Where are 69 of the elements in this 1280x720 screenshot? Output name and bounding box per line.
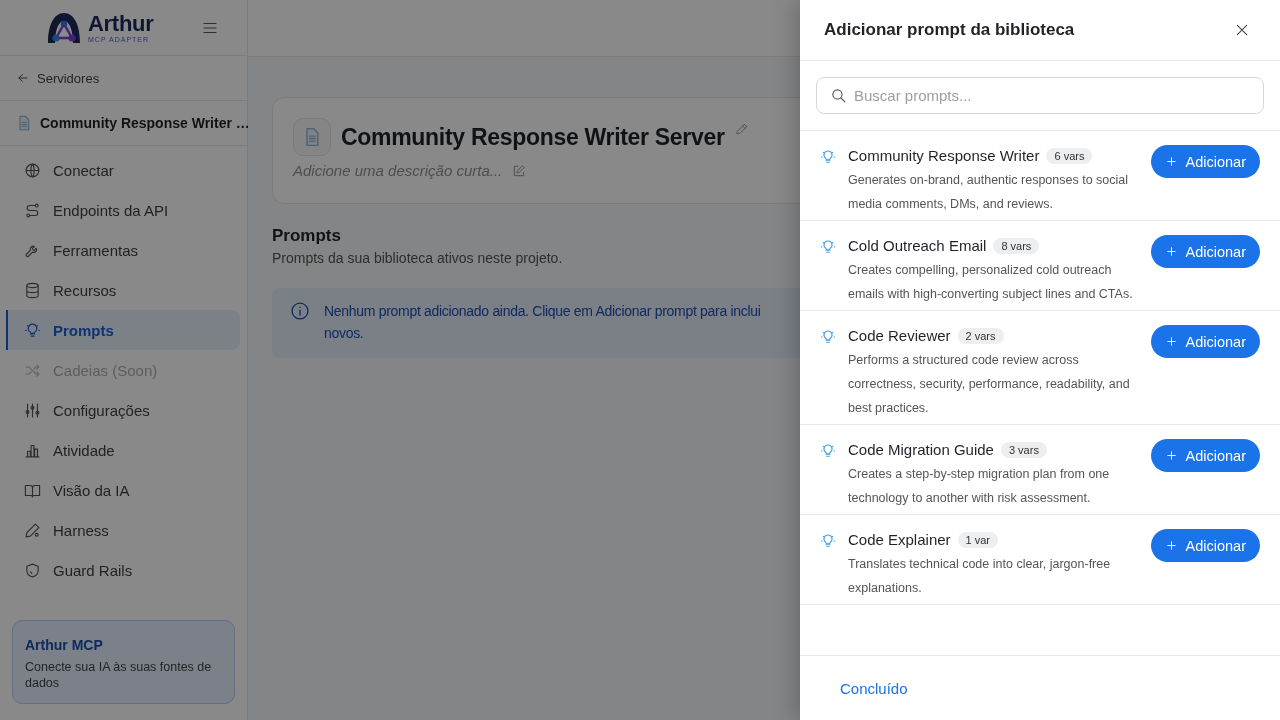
nav-item[interactable]: Configurações xyxy=(6,390,240,430)
document-icon xyxy=(16,114,32,132)
plus-icon xyxy=(1164,245,1178,258)
variable-count-badge: 3 vars xyxy=(1000,441,1047,458)
lightbulb-icon xyxy=(24,321,41,339)
add-button[interactable]: Adicionar xyxy=(1150,145,1260,178)
section-title: Prompts xyxy=(272,226,341,246)
nav-item[interactable]: Recursos xyxy=(6,270,240,310)
server-title: Community Response Writer Server xyxy=(341,123,725,151)
plus-icon xyxy=(1164,449,1178,462)
prompt-description: Performs a structured code review across correctness, security, performance, readability, and best practices. xyxy=(848,352,1131,417)
lightbulb-icon xyxy=(820,149,836,165)
prompt-name: Code Explainer xyxy=(848,531,951,548)
prompt-name: Cold Outreach Email xyxy=(848,237,987,254)
prompt-description: Creates a step-by-step migration plan from one technology to another with risk assessment. xyxy=(848,466,1111,507)
edit-icon xyxy=(512,163,527,178)
section-subtitle: Prompts da sua biblioteca ativos neste projeto. xyxy=(272,250,563,266)
logo-wordmark: Arthur xyxy=(88,12,154,35)
edit-icon xyxy=(734,122,749,136)
lightbulb-icon xyxy=(820,329,836,345)
database-icon xyxy=(24,281,41,299)
notice-text: novos. xyxy=(324,324,364,343)
sliders-icon xyxy=(24,401,41,419)
shield-icon xyxy=(24,561,41,579)
drawer-title: Adicionar prompt da biblioteca xyxy=(824,20,1075,40)
prompt-description: Generates on-brand, authentic responses to social media comments, DMs, and reviews. xyxy=(848,172,1130,213)
plus-icon xyxy=(1164,335,1178,348)
nav-item[interactable]: Harness xyxy=(6,510,240,550)
description-text: Adicione uma descrição curta... xyxy=(293,162,503,179)
add-button[interactable]: Adicionar xyxy=(1150,439,1260,472)
server-name: Community Response Writer … xyxy=(40,115,250,131)
prompt-name: Code Migration Guide xyxy=(848,441,994,458)
prompt-name: Community Response Writer xyxy=(848,147,1040,164)
shuffle-icon xyxy=(24,361,41,379)
nav-item[interactable]: Atividade xyxy=(6,430,240,470)
promo-text: Conecte sua IA às suas fontes de dados xyxy=(25,659,213,691)
nav-item[interactable]: Prompts xyxy=(6,310,240,350)
prompt-name: Code Reviewer xyxy=(848,327,951,344)
nav-item[interactable]: Ferramentas xyxy=(6,230,240,270)
promo-title: Arthur MCP xyxy=(25,637,104,653)
search-icon xyxy=(830,87,847,104)
add-button[interactable]: Adicionar xyxy=(1150,529,1260,562)
pencil-icon xyxy=(24,521,41,539)
info-icon xyxy=(290,301,310,321)
back-link[interactable]: Servidores xyxy=(0,56,247,101)
route-icon xyxy=(24,201,41,219)
nav-item[interactable]: Visão da IA xyxy=(6,470,240,510)
globe-icon xyxy=(24,161,41,179)
prompt-description: Creates compelling, personalized cold outreach emails with high-converting subject lines and CTAs. xyxy=(848,262,1134,303)
notice-text: Nenhum prompt adicionado ainda. Clique em Adicionar prompt para inclui xyxy=(324,302,761,321)
variable-count-badge: 8 vars xyxy=(993,237,1040,254)
add-button[interactable]: Adicionar xyxy=(1150,235,1260,268)
plus-icon xyxy=(1164,155,1178,168)
lightbulb-icon xyxy=(820,239,836,255)
close-icon xyxy=(1234,22,1250,38)
lightbulb-icon xyxy=(820,443,836,459)
search-field[interactable]: Buscar prompts... xyxy=(816,77,1264,114)
nav-item[interactable]: Conectar xyxy=(6,150,240,190)
lightbulb-icon xyxy=(820,533,836,549)
nav-item[interactable]: Endpoints da API xyxy=(6,190,240,230)
variable-count-badge: 1 var xyxy=(957,531,999,548)
arrow-left-icon xyxy=(16,71,30,85)
prompt-description: Translates technical code into clear, jargon-free explanations. xyxy=(848,556,1112,597)
plus-icon xyxy=(1164,539,1178,552)
nav-item[interactable]: Guard Rails xyxy=(6,550,240,590)
add-button[interactable]: Adicionar xyxy=(1150,325,1260,358)
variable-count-badge: 2 vars xyxy=(957,327,1004,344)
variable-count-badge: 6 vars xyxy=(1046,147,1093,164)
done-button[interactable]: Concluído xyxy=(824,673,924,703)
